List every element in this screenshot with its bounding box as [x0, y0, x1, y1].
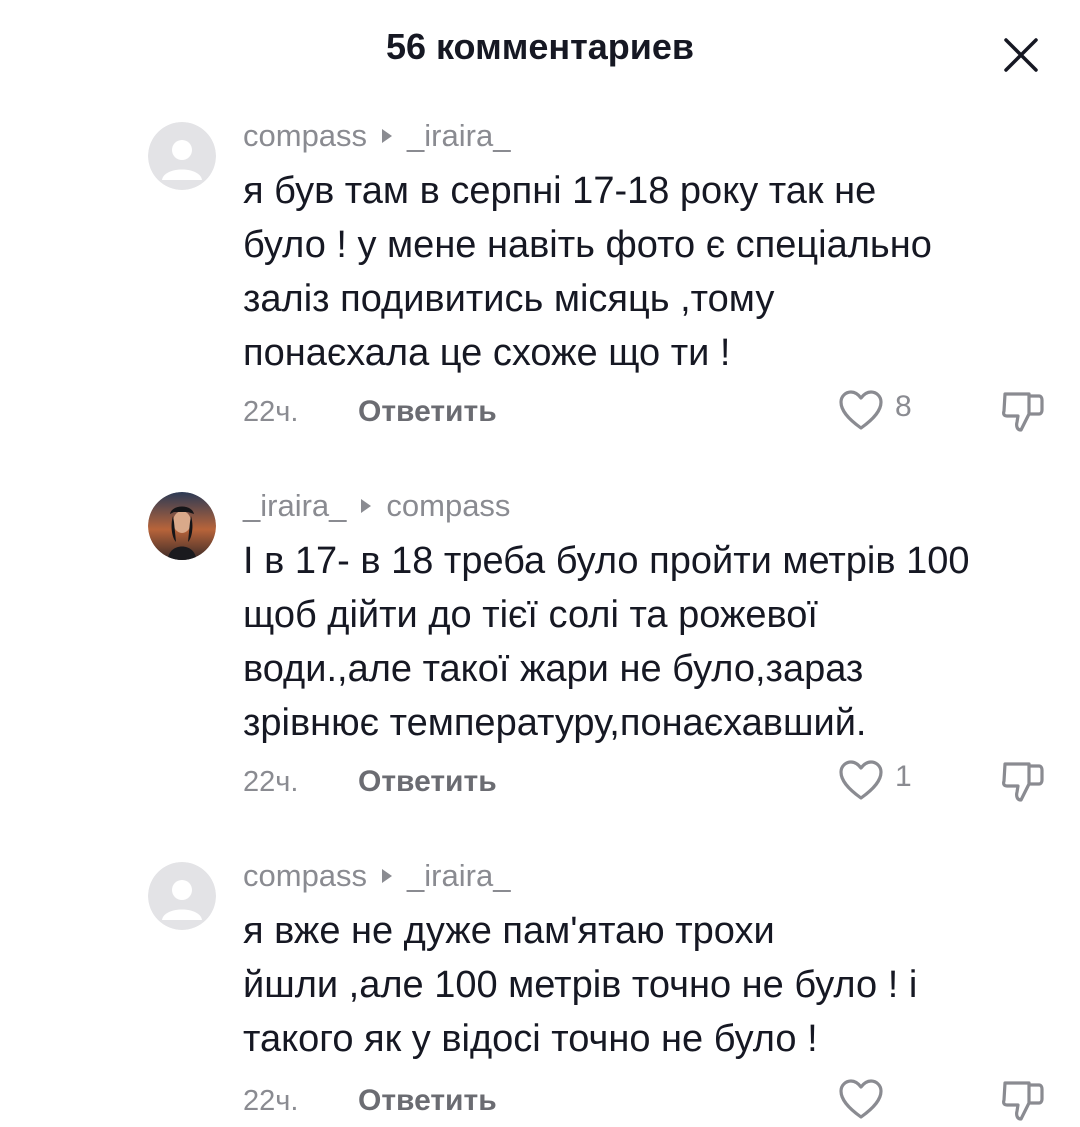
- comment-text-line: було ! у мене навіть фото є спеціально: [243, 224, 932, 266]
- comment-text-line: І в 17- в 18 треба було пройти метрів 10…: [243, 540, 970, 582]
- comment-reply-to[interactable]: compass: [386, 488, 510, 524]
- comment-author[interactable]: compass: [243, 858, 367, 894]
- comment-time: 22ч.: [243, 396, 299, 428]
- comment-time: 22ч.: [243, 1085, 299, 1117]
- comment-text: я був там в серпні 17-18 року так не бул…: [243, 164, 1063, 380]
- comment-text-line: я був там в серпні 17-18 року так не: [243, 170, 877, 212]
- avatar[interactable]: [148, 492, 216, 560]
- avatar[interactable]: [148, 862, 216, 930]
- comment-text: І в 17- в 18 треба було пройти метрів 10…: [243, 534, 1063, 750]
- comment-footer: 22ч. Ответить: [243, 1077, 1063, 1127]
- reply-button[interactable]: Ответить: [358, 1084, 497, 1118]
- avatar[interactable]: [148, 122, 216, 190]
- comment-author[interactable]: _iraira_: [243, 488, 346, 524]
- like-count: 8: [895, 390, 912, 423]
- reply-button[interactable]: Ответить: [358, 765, 497, 799]
- reply-arrow-icon: [382, 869, 393, 883]
- default-avatar-icon: [148, 122, 216, 190]
- thumbs-down-icon[interactable]: [999, 388, 1047, 436]
- heart-icon[interactable]: [837, 758, 885, 802]
- comment-meta: _iraira_ compass: [243, 488, 510, 524]
- comment-footer: 22ч. Ответить 1: [243, 758, 1063, 808]
- comment-footer: 22ч. Ответить 8: [243, 388, 1063, 438]
- comment-text-line: зрівнює температуру,понаєхавший.: [243, 702, 867, 744]
- reply-button[interactable]: Ответить: [358, 395, 497, 429]
- close-icon: [1004, 38, 1038, 72]
- reply-arrow-icon: [361, 499, 372, 513]
- thumbs-down-icon[interactable]: [999, 758, 1047, 806]
- comment-text-line: щоб дійти до тієї солі та рожевої: [243, 594, 818, 636]
- comment-text-line: я вже не дуже пам'ятаю трохи: [243, 910, 775, 952]
- close-button[interactable]: [996, 30, 1046, 80]
- comment-text-line: заліз подивитись місяць ,тому: [243, 278, 775, 320]
- comment-text-line: понаєхала це схоже що ти !: [243, 332, 731, 374]
- comment-meta: compass _iraira_: [243, 118, 510, 154]
- comment-reply-to[interactable]: _iraira_: [407, 118, 510, 154]
- default-avatar-icon: [148, 862, 216, 930]
- comment-reply-to[interactable]: _iraira_: [407, 858, 510, 894]
- reply-arrow-icon: [382, 129, 393, 143]
- comment-meta: compass _iraira_: [243, 858, 510, 894]
- user-photo-avatar: [148, 492, 216, 560]
- like-count: 1: [895, 760, 912, 793]
- comments-count-title: 56 комментариев: [385, 26, 695, 67]
- comments-header: 56 комментариев: [0, 0, 1080, 100]
- thumbs-down-icon[interactable]: [999, 1077, 1047, 1125]
- comment-text: я вже не дуже пам'ятаю трохи йшли ,але 1…: [243, 904, 1063, 1066]
- comment-text-line: йшли ,але 100 метрів точно не було ! і: [243, 964, 918, 1006]
- heart-icon[interactable]: [837, 1077, 885, 1121]
- comment-text-line: води.,але такої жари не було,зараз: [243, 648, 864, 690]
- comment-time: 22ч.: [243, 766, 299, 798]
- comment-text-line: такого як у відосі точно не було !: [243, 1018, 818, 1060]
- heart-icon[interactable]: [837, 388, 885, 432]
- comment-author[interactable]: compass: [243, 118, 367, 154]
